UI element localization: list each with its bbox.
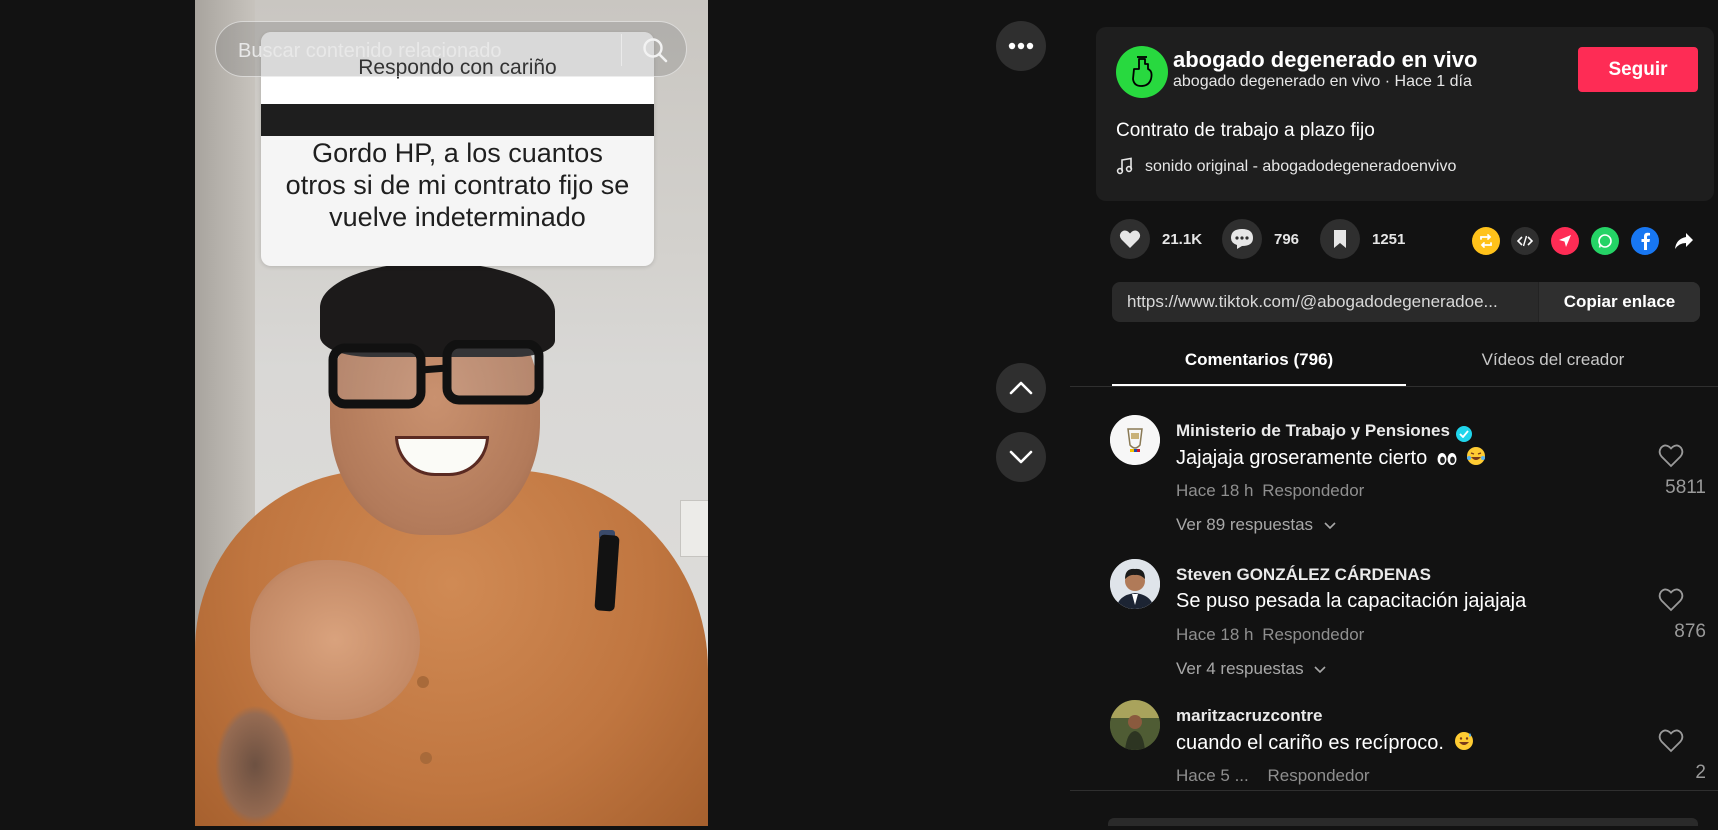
comment-avatar[interactable] [1110, 700, 1160, 750]
creator-subtitle: abogado degenerado en vivo · Hace 1 día [1173, 73, 1472, 90]
comment-heart-icon[interactable] [1658, 728, 1684, 754]
search-input[interactable] [236, 38, 620, 64]
comment-username[interactable]: Steven GONZÁLEZ CÁRDENAS [1176, 565, 1431, 585]
search-bar[interactable] [215, 21, 687, 77]
comment-username[interactable]: maritzacruzcontre [1176, 706, 1322, 726]
save-action[interactable]: 1251 [1320, 219, 1405, 259]
tab-creator-videos[interactable]: Vídeos del creador [1406, 346, 1700, 386]
save-button[interactable] [1320, 219, 1360, 259]
add-comment-bar[interactable] [1108, 818, 1698, 826]
share-arrow-icon[interactable] [1670, 227, 1698, 255]
comment-like-count: 2 [1695, 762, 1706, 783]
comment-meta: Hace 5 ... Respondedor [1176, 766, 1370, 786]
question-text: Gordo HP, a los cuantos otros si de mi c… [285, 138, 630, 232]
eyes-emoji-icon [1437, 453, 1457, 465]
comment-like-count: 5811 [1665, 477, 1706, 498]
view-replies-link[interactable]: Ver 89 respuestas [1176, 515, 1336, 535]
reply-button[interactable]: Respondedor [1268, 766, 1370, 785]
tab-comments[interactable]: Comentarios (796) [1112, 346, 1406, 386]
comment-item: maritzacruzcontre cuando el cariño es re… [1110, 700, 1706, 830]
share-link-url[interactable]: https://www.tiktok.com/@abogadodegenerad… [1127, 292, 1537, 312]
video-shirt-button [420, 752, 432, 764]
send-to-friends-icon[interactable] [1551, 227, 1579, 255]
comment-like-count: 876 [1674, 621, 1706, 642]
search-icon[interactable] [641, 36, 669, 64]
view-replies-link[interactable]: Ver 4 respuestas [1176, 659, 1326, 679]
creator-avatar[interactable] [1116, 46, 1168, 98]
comment-count: 796 [1274, 230, 1300, 248]
view-replies-text[interactable]: Ver 4 respuestas [1176, 659, 1304, 678]
comment-button[interactable] [1222, 219, 1262, 259]
comment-item: Steven GONZÁLEZ CÁRDENAS Se puso pesada … [1110, 559, 1706, 689]
laughing-tears-emoji-icon [1467, 447, 1486, 465]
comment-icon [1231, 229, 1253, 249]
comment-heart-icon[interactable] [1658, 587, 1684, 613]
copy-link-button[interactable]: Copiar enlace [1538, 282, 1700, 322]
chevron-up-icon [1009, 381, 1033, 395]
embed-icon[interactable] [1511, 227, 1539, 255]
like-button[interactable] [1110, 219, 1150, 259]
video-light-switch [680, 500, 708, 557]
comment-time: Hace 5 ... [1176, 766, 1249, 785]
video-person-tattoo [215, 705, 295, 825]
chevron-down-icon [1324, 522, 1336, 530]
heart-icon [1119, 230, 1141, 248]
comment-avatar[interactable] [1110, 415, 1160, 465]
comment-username[interactable]: Ministerio de Trabajo y Pensiones [1176, 421, 1472, 442]
search-divider [621, 34, 622, 66]
facebook-icon[interactable] [1631, 227, 1659, 255]
comment-body: cuando el cariño es recíproco. [1176, 732, 1444, 754]
save-count: 1251 [1372, 230, 1406, 248]
comment-body: Jajajaja groseramente cierto [1176, 447, 1428, 469]
comment-avatar[interactable] [1110, 559, 1160, 609]
comment-meta: Hace 18 h Respondedor [1176, 625, 1364, 645]
comment-time: Hace 18 h [1176, 625, 1254, 644]
comment-text: Jajajaja groseramente cierto [1176, 446, 1486, 470]
view-replies-text[interactable]: Ver 89 respuestas [1176, 515, 1313, 534]
like-count: 21.1K [1162, 230, 1203, 248]
sound-link[interactable]: sonido original - abogadodegeneradoenviv… [1145, 158, 1456, 176]
ministry-seal-icon [1110, 415, 1160, 465]
video-shirt-button [417, 676, 429, 688]
comment-meta: Hace 18 h Respondedor [1176, 481, 1364, 501]
previous-video-button[interactable] [996, 363, 1046, 413]
bookmark-icon [1334, 230, 1346, 248]
reply-button[interactable]: Respondedor [1262, 481, 1364, 500]
more-dots-icon [1008, 42, 1034, 50]
user-photo-icon [1110, 700, 1160, 750]
follow-button[interactable]: Seguir [1578, 47, 1698, 92]
more-options-button[interactable] [996, 21, 1046, 71]
comment-text: cuando el cariño es recíproco. [1176, 731, 1474, 755]
user-photo-icon [1110, 559, 1160, 609]
reply-button[interactable]: Respondedor [1262, 625, 1364, 644]
tabs-divider [1070, 386, 1718, 387]
music-note-icon [1116, 157, 1133, 175]
creator-name[interactable]: abogado degenerado en vivo [1173, 47, 1477, 73]
chevron-down-icon [1314, 666, 1326, 674]
comment-action[interactable]: 796 [1222, 219, 1299, 259]
comment-heart-icon[interactable] [1658, 443, 1684, 469]
next-video-button[interactable] [996, 432, 1046, 482]
like-action[interactable]: 21.1K [1110, 219, 1202, 259]
video-person-glasses [328, 340, 544, 409]
share-link-bar: https://www.tiktok.com/@abogadodegenerad… [1112, 282, 1700, 322]
comment-item: Ministerio de Trabajo y Pensiones Jajaja… [1110, 415, 1706, 545]
verified-badge-icon [1455, 426, 1472, 442]
chevron-down-icon [1009, 450, 1033, 464]
video-area: Respondo con cariño Gordo HP, a los cuan… [0, 0, 1070, 826]
video-description: Contrato de trabajo a plazo fijo [1116, 120, 1375, 141]
avatar-hand-icon [1132, 56, 1153, 87]
comments-divider [1070, 790, 1718, 791]
comment-username-text[interactable]: Ministerio de Trabajo y Pensiones [1176, 421, 1450, 440]
comment-time: Hace 18 h [1176, 481, 1254, 500]
comment-body: Se puso pesada la capacitación jajajaja [1176, 590, 1527, 612]
repost-icon[interactable] [1472, 227, 1500, 255]
whatsapp-icon[interactable] [1591, 227, 1619, 255]
grinning-sweat-emoji-icon [1454, 732, 1473, 750]
